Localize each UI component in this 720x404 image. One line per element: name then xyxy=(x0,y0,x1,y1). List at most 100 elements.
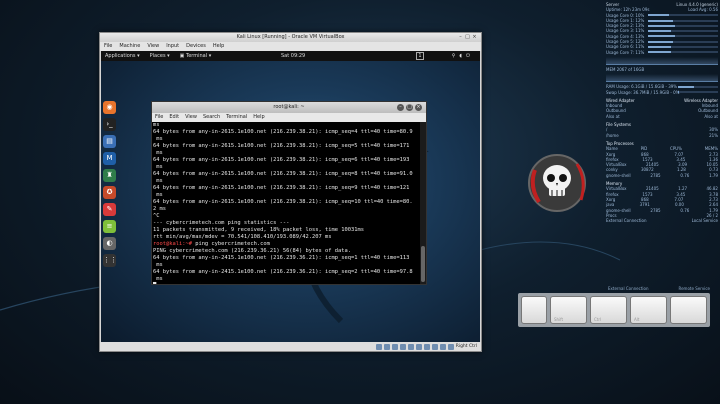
system-tray[interactable]: ⚲◖⏻ xyxy=(452,51,474,61)
top-process-table: Name PID CPU% MEM% Xorg 868 7.07 2.73 firefox 157… xyxy=(606,146,718,178)
terminal-line: 64 bytes from any-in-2615.1e100.net (216… xyxy=(153,143,419,150)
terminal-menu-item[interactable]: View xyxy=(185,113,197,122)
system-monitor: Server Linux 4.4.0 (generic) Uptime: 12h … xyxy=(606,2,718,262)
terminal-line: █ xyxy=(153,283,419,284)
recording-icon[interactable] xyxy=(431,343,438,350)
clock[interactable]: Sat 09:29 xyxy=(281,51,305,61)
key-cap xyxy=(670,296,707,324)
beef-icon[interactable]: ✎ xyxy=(103,203,116,216)
terminal-line-text: ^C xyxy=(153,213,160,219)
host-key-label: Right Ctrl xyxy=(455,344,477,349)
kali-desktop: Applications ▾ Places ▾ ▣ Terminal ▾ Sat… xyxy=(101,51,480,344)
process-cell: 2785 xyxy=(650,207,661,213)
vbox-menu-item[interactable]: Input xyxy=(166,42,179,51)
audio-icon[interactable] xyxy=(391,343,398,350)
armitage-icon[interactable]: ♜ xyxy=(103,169,116,182)
terminal-maximize-icon[interactable]: □ xyxy=(406,104,413,111)
terminal-menu-label: Terminal ▾ xyxy=(185,53,212,59)
terminal-window[interactable]: root@kali: ~ – □ × File Edit View Search Ter… xyxy=(151,101,427,285)
terminal-line: ms xyxy=(153,192,419,199)
terminal-line: 64 bytes from any-in-2615.1e100.net (216… xyxy=(153,199,419,206)
vbox-menu-item[interactable]: Devices xyxy=(186,42,206,51)
hdd-icon[interactable] xyxy=(375,343,382,350)
mouse-integration-icon[interactable] xyxy=(439,343,446,350)
app-icon[interactable]: ◐ xyxy=(103,237,116,250)
wireless-stat: Also at xyxy=(704,113,718,119)
key-cap: Ctrl xyxy=(590,296,627,324)
close-icon[interactable]: × xyxy=(472,35,477,40)
terminal-output[interactable]: ms 64 bytes from any-in-2615.1e100.net (2… xyxy=(152,122,419,284)
terminal-menu-item[interactable]: File xyxy=(155,113,163,122)
display-icon[interactable] xyxy=(423,343,430,350)
terminal-menu-item[interactable]: Terminal xyxy=(226,113,247,122)
terminal-line: root@kali:~# ping cybercrimetech.com xyxy=(153,241,419,248)
files-icon[interactable]: ▤ xyxy=(103,135,116,148)
key-cap: Alt xyxy=(630,296,667,324)
workspace-indicator[interactable]: 1 xyxy=(416,52,424,60)
terminal-line-text: ms xyxy=(153,262,163,268)
cpu-graph xyxy=(606,56,718,65)
terminal-line-text: ms xyxy=(153,136,163,142)
notes-icon[interactable]: ≡ xyxy=(103,220,116,233)
skull-emblem xyxy=(528,154,586,212)
network-adapter-icon[interactable] xyxy=(399,343,406,350)
key-display: Shift Ctrl Alt xyxy=(518,293,710,327)
kali-top-panel: Applications ▾ Places ▾ ▣ Terminal ▾ Sat… xyxy=(101,51,480,61)
key-cap: Shift xyxy=(550,296,587,324)
vbox-menu-item[interactable]: View xyxy=(147,42,159,51)
terminal-line-text: ms xyxy=(153,150,163,156)
terminal-line-text: 64 bytes from any-in-2615.1e100.net (216… xyxy=(153,185,410,191)
terminal-menu-item[interactable]: Search xyxy=(203,113,220,122)
terminal-scrollbar[interactable] xyxy=(420,122,426,284)
terminal-line: ms xyxy=(153,136,419,143)
vbox-menu-item[interactable]: Machine xyxy=(119,42,140,51)
terminal-minimize-icon[interactable]: – xyxy=(397,104,404,111)
terminal-line-text: 64 bytes from any-in-2615.1e100.net (216… xyxy=(153,199,413,205)
terminal-line-text: ms xyxy=(153,178,163,184)
terminal-line: ms xyxy=(153,164,419,171)
memory-summary: MEM 2067 of 16GB xyxy=(606,66,645,72)
terminal-line: ms xyxy=(153,276,419,283)
maximize-icon[interactable]: □ xyxy=(465,35,470,40)
terminal-line-text: █ xyxy=(153,283,156,284)
terminal-close-icon[interactable]: × xyxy=(415,104,422,111)
show-apps-icon[interactable]: ⋮⋮ xyxy=(103,254,117,267)
burpsuite-icon[interactable]: ✪ xyxy=(103,186,116,199)
metasploit-icon[interactable]: M xyxy=(103,152,116,165)
virtualbox-statusbar: Right Ctrl xyxy=(100,342,481,351)
virtualbox-titlebar[interactable]: Kali Linux [Running] - Oracle VM Virtual… xyxy=(100,33,481,42)
ram-bar xyxy=(678,85,718,88)
terminal-line-text: 64 bytes from any-in-2415.1e100.net (216… xyxy=(153,255,410,261)
places-menu[interactable]: Places ▾ xyxy=(150,51,170,61)
terminal-titlebar[interactable]: root@kali: ~ – □ × xyxy=(152,102,426,113)
cpu-core-bar xyxy=(648,14,718,17)
terminal-menu-item[interactable]: Help xyxy=(253,113,264,122)
file-system-rows: /30%/home 21% xyxy=(606,127,718,138)
remote-service-title: Remote Service xyxy=(678,286,711,291)
terminal-line: ^C xyxy=(153,213,419,220)
terminal-app-menu[interactable]: ▣ Terminal ▾ xyxy=(180,51,212,61)
swap-usage: Swap Usage: 36.7MiB / 15.9GiB - 0% xyxy=(606,89,680,95)
firefox-icon[interactable]: ◉ xyxy=(103,101,116,114)
usb-icon[interactable] xyxy=(407,343,414,350)
shared-folder-icon[interactable] xyxy=(415,343,422,350)
process-cell: 1.79 xyxy=(709,172,718,178)
keyboard-icon[interactable] xyxy=(447,343,454,350)
network-row: Also at Also at xyxy=(606,114,718,119)
terminal-icon[interactable]: ›_ xyxy=(103,118,116,131)
optical-icon[interactable] xyxy=(383,343,390,350)
terminal-menu-item[interactable]: Edit xyxy=(169,113,179,122)
applications-menu[interactable]: Applications ▾ xyxy=(105,51,140,61)
vbox-menu-item[interactable]: File xyxy=(104,42,112,51)
terminal-line: 64 bytes from any-in-2415.1e100.net (216… xyxy=(153,255,419,262)
minimize-icon[interactable]: – xyxy=(458,35,463,40)
terminal-line-text: ms xyxy=(153,122,160,128)
cpu-core-label: Usage Core 7: 11% xyxy=(606,49,645,55)
cpu-core-row: Usage Core 7: 11% xyxy=(606,50,718,55)
vbox-menu-item[interactable]: Help xyxy=(213,42,224,51)
terminal-line-text: --- cybercrimetech.com ping statistics -… xyxy=(153,220,290,226)
kali-dock: ◉ ›_ ▤ M ♜ ✪ ✎ ≡ ◐ ⋮⋮ xyxy=(103,101,117,267)
terminal-scroll-thumb[interactable] xyxy=(421,246,425,282)
virtualbox-window[interactable]: Kali Linux [Running] - Oracle VM Virtual… xyxy=(99,32,482,352)
terminal-line: 64 bytes from any-in-2615.1e100.net (216… xyxy=(153,185,419,192)
